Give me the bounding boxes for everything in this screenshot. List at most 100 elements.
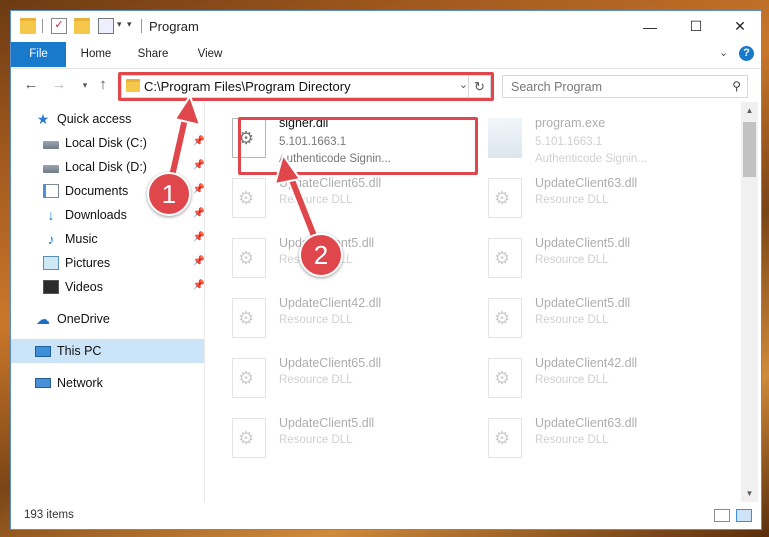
file-name: UpdateClient42.dll [279, 296, 382, 310]
videos-icon [43, 280, 59, 294]
properties-check-icon[interactable]: ✓ [51, 18, 67, 34]
file-type: Resource DLL [279, 314, 353, 326]
explorer-window: ✓ ▾ ▾ Program — ☐ ✕ File Home Share View… [10, 10, 762, 530]
dll-gear-icon: ⚙ [232, 238, 266, 278]
sidebar-item-label: Downloads [65, 208, 127, 222]
expand-ribbon-icon[interactable]: ⌄ [719, 46, 728, 59]
dll-gear-icon: ⚙ [232, 298, 266, 338]
sidebar-item-label: Documents [65, 184, 129, 198]
separator [141, 19, 142, 33]
file-item[interactable]: ⚙ UpdateClient42.dll Resource DLL [471, 350, 711, 406]
file-item[interactable]: ⚙ UpdateClient42.dll Resource DLL [215, 290, 455, 346]
drive-icon [43, 141, 59, 149]
search-icon[interactable]: ⚲ [732, 79, 741, 93]
sidebar-item-network[interactable]: Network [11, 371, 205, 395]
file-name: UpdateClient65.dll [279, 356, 382, 370]
scrollbar-thumb[interactable] [743, 122, 756, 177]
file-type: Resource DLL [279, 434, 353, 446]
file-name: program.exe [535, 116, 606, 130]
details-view-icon[interactable] [714, 509, 730, 522]
sidebar-item-label: Local Disk (D:) [65, 160, 147, 174]
dll-gear-icon: ⚙ [232, 418, 266, 458]
close-button[interactable]: ✕ [717, 11, 761, 42]
title-bar: ✓ ▾ ▾ Program — ☐ ✕ [11, 11, 761, 42]
search-input[interactable]: Search Program ⚲ [502, 75, 748, 98]
chevron-down-icon[interactable]: ▾ [117, 19, 122, 30]
file-name: UpdateClient42.dll [535, 356, 638, 370]
sidebar-item-pictures[interactable]: Pictures 📌 [11, 251, 205, 275]
sidebar-item-label: This PC [57, 344, 102, 358]
scroll-up-icon[interactable]: ▲ [741, 102, 758, 119]
maximize-button[interactable]: ☐ [673, 11, 719, 42]
separator [42, 19, 43, 33]
vertical-scrollbar[interactable]: ▲ ▼ [741, 102, 758, 502]
documents-icon [43, 184, 59, 198]
tab-share[interactable]: Share [126, 42, 180, 67]
tab-file[interactable]: File [11, 42, 66, 67]
help-icon[interactable]: ? [739, 46, 754, 61]
dll-gear-icon: ⚙ [488, 298, 522, 338]
file-item[interactable]: ⚙ UpdateClient5.dll Resource DLL [215, 410, 455, 466]
new-folder-icon[interactable] [74, 18, 90, 34]
dll-gear-icon: ⚙ [232, 358, 266, 398]
sidebar-item-onedrive[interactable]: ☁ OneDrive [11, 307, 205, 331]
dll-gear-icon: ⚙ [232, 178, 266, 218]
file-item-program-exe[interactable]: program.exe 5.101.1663.1 Authenticode Si… [471, 110, 711, 166]
sidebar-item-label: Videos [65, 280, 103, 294]
file-list: ⚙ signer.dll 5.101.1663.1 Authenticode S… [215, 102, 741, 502]
address-highlight [118, 72, 494, 101]
tab-home[interactable]: Home [69, 42, 123, 67]
tab-view[interactable]: View [183, 42, 237, 67]
customize-toolbar-icon[interactable]: ▾ [127, 19, 132, 30]
sidebar-item-label: Local Disk (C:) [65, 136, 147, 150]
sidebar-item-videos[interactable]: Videos 📌 [11, 275, 205, 299]
file-item[interactable]: ⚙ UpdateClient5.dll Resource DLL [471, 230, 711, 286]
minimize-button[interactable]: — [627, 11, 673, 42]
dll-gear-icon: ⚙ [488, 358, 522, 398]
exe-icon [488, 118, 522, 158]
file-type: Resource DLL [535, 194, 609, 206]
item-count: 193 items [24, 509, 74, 521]
up-arrow-icon[interactable]: ↑ [93, 75, 113, 95]
file-item[interactable]: ⚙ UpdateClient5.dll Resource DLL [471, 290, 711, 346]
file-name: UpdateClient5.dll [535, 236, 631, 250]
recent-locations-icon[interactable]: ▾ [75, 75, 95, 95]
file-highlight [238, 117, 478, 175]
dll-gear-icon: ⚙ [488, 178, 522, 218]
download-icon: ↓ [47, 207, 55, 223]
file-name: UpdateClient65.dll [279, 176, 382, 190]
file-item[interactable]: ⚙ UpdateClient63.dll Resource DLL [471, 170, 711, 226]
forward-arrow-icon[interactable]: → [49, 75, 69, 95]
sidebar-item-music[interactable]: ♪ Music 📌 [11, 227, 206, 251]
file-type: Resource DLL [535, 434, 609, 446]
sidebar-item-local-disk-c[interactable]: Local Disk (C:) 📌 [11, 131, 205, 155]
tiles-view-icon[interactable] [736, 509, 752, 522]
file-type: Resource DLL [279, 194, 353, 206]
sidebar-item-label: Music [65, 232, 98, 246]
pane-divider [204, 102, 205, 502]
sidebar-item-label: OneDrive [57, 312, 110, 326]
back-arrow-icon[interactable]: ← [21, 75, 41, 95]
dll-gear-icon: ⚙ [488, 238, 522, 278]
file-name: UpdateClient63.dll [535, 176, 638, 190]
sidebar-item-label: Quick access [57, 112, 132, 126]
folder-icon [20, 18, 36, 34]
sidebar-item-label: Pictures [65, 256, 111, 270]
quick-access-toolbar-icon[interactable] [98, 18, 114, 34]
file-item[interactable]: ⚙ UpdateClient65.dll Resource DLL [215, 170, 455, 226]
status-bar: 193 items [11, 502, 761, 529]
sidebar-item-quick-access[interactable]: ★ Quick access [11, 107, 205, 131]
music-icon: ♪ [47, 231, 55, 247]
star-icon: ★ [36, 111, 50, 127]
ribbon-tabs: File Home Share View ⌄ ? [11, 42, 761, 67]
address-row: ← → ▾ ↑ C:\Program Files\Program Directo… [11, 68, 761, 101]
file-type: Resource DLL [535, 314, 609, 326]
file-name: UpdateClient5.dll [535, 296, 631, 310]
file-item[interactable]: ⚙ UpdateClient63.dll Resource DLL [471, 410, 711, 466]
scroll-down-icon[interactable]: ▼ [741, 485, 758, 502]
file-item[interactable]: ⚙ UpdateClient65.dll Resource DLL [215, 350, 455, 406]
network-icon [35, 378, 51, 388]
computer-icon [35, 345, 51, 357]
step-2-badge: 2 [299, 233, 343, 277]
sidebar-item-this-pc[interactable]: This PC [11, 339, 205, 363]
